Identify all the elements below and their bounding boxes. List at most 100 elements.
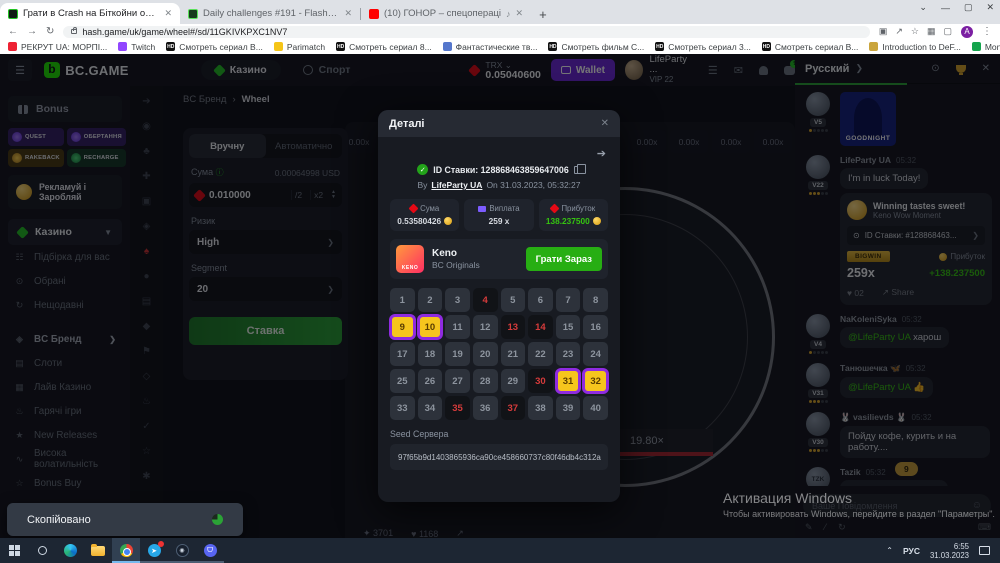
tab-close-icon[interactable]: ✕ bbox=[164, 8, 172, 19]
amount-stepper[interactable]: ▲▼ bbox=[331, 190, 336, 200]
notification-center-icon[interactable] bbox=[979, 546, 990, 555]
taskbar-edge-icon[interactable] bbox=[56, 538, 84, 563]
multiplier-chip[interactable]: 0.00x bbox=[628, 130, 666, 153]
browser-tab[interactable]: Daily challenges #191 - Flash Ch✕ bbox=[180, 3, 360, 24]
sidebar-item[interactable]: ▤Слоти bbox=[0, 351, 130, 375]
chat-unread-pill[interactable]: 9 bbox=[895, 462, 918, 476]
avatar[interactable] bbox=[806, 363, 830, 387]
refresh-icon[interactable]: ↻ bbox=[46, 26, 54, 37]
amount-value[interactable]: 0.010000 bbox=[209, 190, 286, 201]
play-now-button[interactable]: Грати Зараз bbox=[526, 247, 602, 271]
bookmark-item[interactable]: HDСмотреть сериал 8... bbox=[336, 42, 432, 52]
bookmark-item[interactable]: HDСмотреть сериал 3... bbox=[655, 42, 751, 52]
rail-game-icon[interactable]: ◉ bbox=[142, 121, 151, 134]
rail-game-icon[interactable]: ✱ bbox=[142, 471, 150, 484]
rail-game-icon[interactable]: ☆ bbox=[142, 446, 151, 459]
promo-tile-rakeback[interactable]: RAKEBACK bbox=[8, 149, 64, 167]
likes-count[interactable]: ♥ 1168 bbox=[411, 529, 438, 539]
rail-game-icon[interactable]: ◆ bbox=[143, 321, 151, 334]
new-tab-button[interactable]: + bbox=[539, 7, 547, 22]
breadcrumb-parent[interactable]: BC Бренд bbox=[183, 94, 226, 105]
taskbar-explorer-icon[interactable] bbox=[84, 538, 112, 563]
trophy-icon[interactable] bbox=[956, 65, 966, 73]
tab-close-icon[interactable]: ✕ bbox=[516, 8, 524, 19]
chevron-right-icon[interactable]: ❯ bbox=[855, 63, 915, 74]
favorites-count[interactable]: ✦ 3701 bbox=[363, 528, 393, 538]
avatar[interactable]: TZK bbox=[806, 467, 830, 486]
user-profile[interactable]: LifeParty ... VIP 22 bbox=[625, 55, 694, 85]
rail-game-icon[interactable]: ⚑ bbox=[142, 346, 151, 359]
browser-tab[interactable]: Грати в Crash на Біткойни онлай✕ bbox=[0, 3, 180, 24]
slash-command-icon[interactable]: ⁄ bbox=[825, 522, 827, 533]
double-button[interactable]: x2 bbox=[310, 190, 326, 200]
bookmark-star-icon[interactable]: ☆ bbox=[911, 26, 919, 37]
bookmark-item[interactable]: HDСмотреть сериал В... bbox=[166, 42, 263, 52]
tray-clock[interactable]: 6:5531.03.2023 bbox=[930, 542, 969, 560]
chat-language[interactable]: Русский bbox=[805, 63, 849, 75]
rail-game-icon[interactable]: ▤ bbox=[142, 296, 151, 309]
segment-select[interactable]: 20❯ bbox=[189, 277, 342, 301]
chat-toggle-icon[interactable]: 9 bbox=[784, 66, 795, 75]
mention-link[interactable]: @LifeParty UA bbox=[848, 332, 910, 343]
menu-dots-icon[interactable]: ⋮ bbox=[982, 26, 992, 37]
window-controls[interactable]: ⌄—▢✕ bbox=[919, 2, 994, 13]
browser-tab[interactable]: (10) ГОНОР – спецопераці♪✕ bbox=[361, 3, 531, 24]
rail-game-icon[interactable]: ● bbox=[143, 271, 149, 284]
profile-chevron-icon[interactable]: ⌄ bbox=[919, 2, 927, 13]
extensions-icon[interactable]: ▦ bbox=[927, 26, 936, 37]
tray-expand-icon[interactable]: ⌃ bbox=[886, 546, 893, 555]
nav-casino-button[interactable]: Казино bbox=[201, 60, 281, 80]
balance-selector[interactable]: TRX ⌄ 0.05040600 bbox=[470, 60, 540, 80]
modal-close-icon[interactable]: ✕ bbox=[601, 118, 609, 129]
site-logo[interactable]: BC.GAME bbox=[44, 62, 129, 78]
sidebar-item[interactable]: ↻Нещодавні bbox=[0, 293, 130, 317]
rail-game-icon[interactable]: ◈ bbox=[143, 221, 151, 234]
multiplier-chip[interactable]: 0.00x bbox=[712, 130, 750, 153]
seed-value[interactable]: 97f65b9d1403865936ca90ce458660737c80f46d… bbox=[390, 444, 608, 470]
bookmark-item[interactable]: Фантастические тв... bbox=[443, 42, 538, 52]
tab-audio-icon[interactable]: ♪ bbox=[506, 9, 511, 19]
bookmark-item[interactable]: РЕКРУТ UA: МОРПІ... bbox=[8, 42, 107, 52]
tray-language[interactable]: РУС bbox=[903, 546, 920, 556]
taskbar-search-icon[interactable] bbox=[28, 538, 56, 563]
bet-button[interactable]: Ставка bbox=[189, 317, 342, 345]
message-author[interactable]: LifeParty UA05:32 bbox=[840, 155, 992, 165]
chat-input[interactable]: Ваше Повідомлення ☺ bbox=[803, 494, 991, 517]
sidebar-item[interactable]: ☆Bonus Buy bbox=[0, 471, 130, 495]
risk-select[interactable]: High❯ bbox=[189, 230, 342, 254]
hamburger-icon[interactable]: ☰ bbox=[8, 59, 32, 81]
side-panel-icon[interactable]: ▢ bbox=[943, 26, 952, 37]
forward-icon[interactable]: → bbox=[27, 26, 37, 37]
sidebar-item[interactable]: ∿Висока волатильність bbox=[0, 447, 130, 471]
multiplier-chip[interactable]: 0.00x bbox=[754, 130, 792, 153]
screenshot-icon[interactable]: ▣ bbox=[879, 26, 888, 37]
sidebar-item-affiliate[interactable]: Рекламуй і Заробляй bbox=[8, 175, 122, 209]
taskbar-steam-icon[interactable]: ◉ bbox=[168, 538, 196, 563]
minimize-icon[interactable]: — bbox=[941, 3, 950, 13]
tab-auto[interactable]: Автоматично bbox=[266, 134, 343, 158]
rail-game-icon[interactable]: ✚ bbox=[142, 171, 150, 184]
chat-rules-icon[interactable]: ⊙ bbox=[931, 63, 939, 74]
amount-input[interactable]: 0.010000 /2 x2 ▲▼ bbox=[189, 183, 342, 207]
keyboard-icon[interactable]: ⌨ bbox=[978, 522, 991, 533]
bookmark-item[interactable]: MonkeyTalks | On-c... bbox=[972, 42, 1000, 52]
address-bar-icons[interactable]: ▣↗☆▦▢ bbox=[879, 26, 952, 37]
half-button[interactable]: /2 bbox=[291, 190, 305, 200]
rail-game-icon[interactable]: ➔ bbox=[142, 96, 150, 109]
promo-tile-обертання[interactable]: ОБЕРТАННЯ bbox=[67, 128, 126, 146]
chat-close-icon[interactable]: ✕ bbox=[982, 63, 990, 74]
tab-manual[interactable]: Вручну bbox=[189, 134, 266, 158]
bookmark-item[interactable]: Twitch bbox=[118, 42, 155, 52]
promo-tile-recharge[interactable]: RECHARGE bbox=[67, 149, 126, 167]
multiplier-chip[interactable]: 0.00x bbox=[670, 130, 708, 153]
win-share-card[interactable]: Winning tastes sweet!Keno Wow Moment⊙ID … bbox=[840, 193, 992, 305]
mention-link[interactable]: @LifeParty UA bbox=[848, 382, 910, 393]
avatar[interactable] bbox=[806, 412, 830, 436]
win-bet-id[interactable]: ⊙ID Ставки: #128868463...❯ bbox=[847, 226, 985, 245]
sidebar-item[interactable]: ▦Лайв Казино bbox=[0, 375, 130, 399]
sidebar-item-bonus[interactable]: Bonus bbox=[8, 96, 122, 122]
rail-game-icon[interactable]: ♨ bbox=[142, 396, 151, 409]
taskbar-start-icon[interactable] bbox=[0, 538, 28, 563]
wallet-button[interactable]: Wallet bbox=[551, 59, 615, 81]
sidebar-item[interactable]: ♨Гарячі ігри bbox=[0, 399, 130, 423]
